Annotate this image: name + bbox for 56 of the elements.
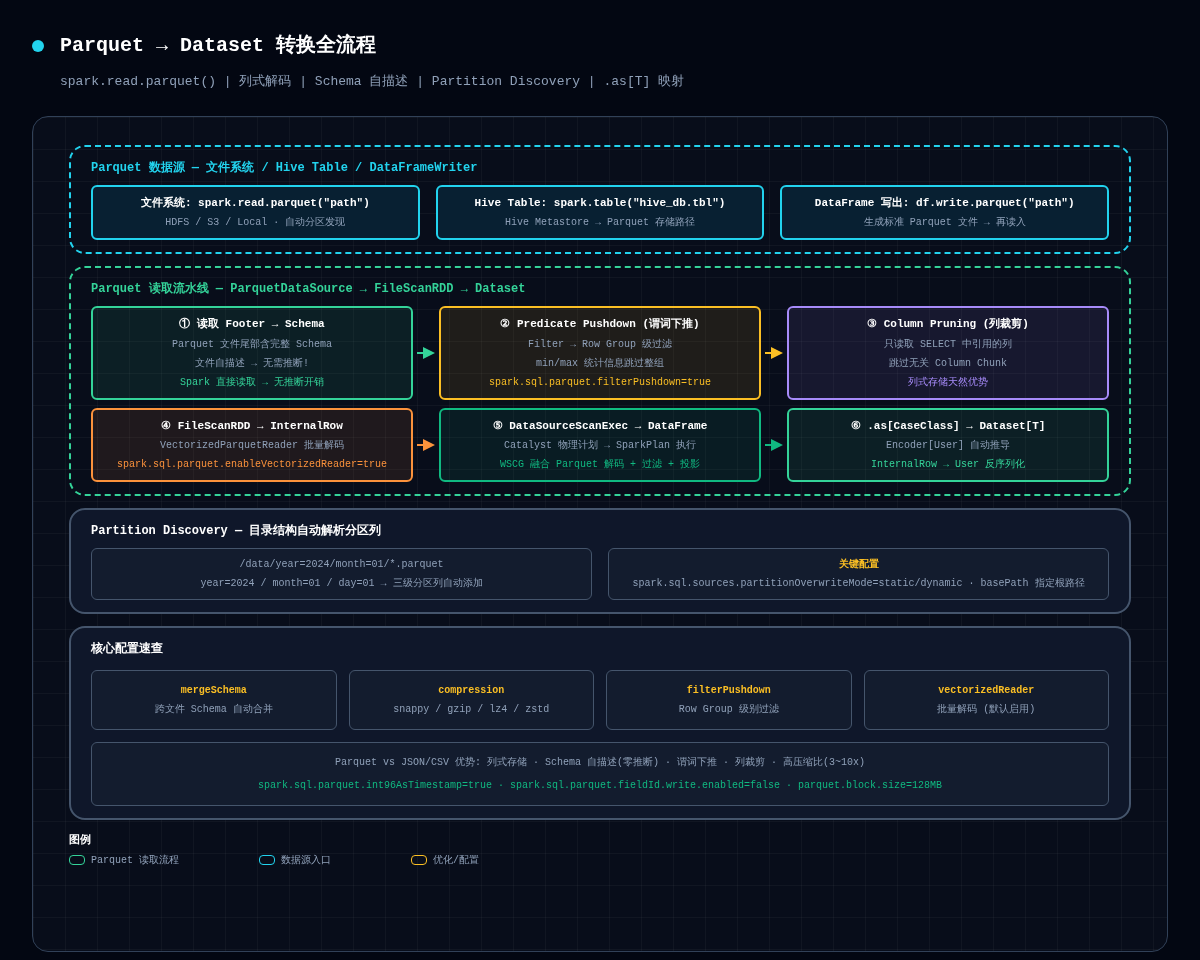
step-text: min/max 统计信息跳过整组: [536, 356, 664, 371]
step-text: Encoder[User] 自动推导: [886, 439, 1010, 453]
step-text: 跳过无关 Column Chunk: [889, 356, 1007, 371]
legend-label: 数据源入口: [281, 853, 331, 868]
source-title: Hive Table: spark.table("hive_db.tbl"): [474, 195, 726, 211]
step-text: Parquet 文件尾部含完整 Schema: [172, 337, 332, 352]
config-desc: 批量解码 (默认启用): [937, 702, 1036, 717]
step-note: spark.sql.parquet.enableVectorizedReader=true: [116, 458, 387, 472]
arrow-icon: [417, 346, 435, 359]
source-title: DataFrame 写出: df.write.parquet("path"): [814, 195, 1075, 211]
arrow-icon: [765, 346, 783, 359]
config-title: 关键配置: [838, 557, 879, 572]
group-title: Parquet 读取流水线 — ParquetDataSource → FileScanRDD → Dataset: [91, 280, 527, 298]
source-text: HDFS / S3 / Local · 自动分区发现: [165, 216, 346, 230]
step-text: Catalyst 物理计划 → SparkPlan 执行: [504, 438, 696, 453]
config-name: compression: [438, 684, 505, 698]
step-title: ⑤ DataSourceScanExec → DataFrame: [492, 418, 708, 434]
page-title: Parquet → Dataset 转换全流程: [60, 32, 377, 59]
source-title: 文件系统: spark.read.parquet("path"): [140, 195, 370, 211]
step-note: WSCG 融合 Parquet 解码 + 过滤 + 投影: [500, 457, 700, 472]
step-text: 只读取 SELECT 中引用的列: [884, 337, 1012, 352]
config-desc: 跨文件 Schema 自动合并: [154, 702, 273, 717]
step-note: spark.sql.parquet.filterPushdown=true: [488, 375, 711, 390]
config-name: filterPushdown: [686, 684, 771, 698]
step-note: 列式存储天然优势: [908, 375, 988, 390]
path-text: /data/year=2024/month=01/*.parquet: [239, 558, 444, 572]
arrow-icon: [765, 438, 783, 451]
section-title: Partition Discovery — 目录结构自动解析分区列: [91, 523, 383, 540]
summary-text: Parquet vs JSON/CSV 优势: 列式存储 · Schema 自描述(零推断) · 谓词下推 · 列裁剪 · 高压缩比(3~10x): [334, 755, 866, 770]
arrow-icon: [417, 438, 435, 451]
legend-label: Parquet 读取流程: [91, 853, 179, 868]
config-name: vectorizedReader: [938, 684, 1035, 698]
step-title: ① 读取 Footer → Schema: [179, 316, 325, 332]
step-text: Filter → Row Group 级过滤: [528, 337, 672, 352]
step-text: 文件自描述 → 无需推断!: [195, 356, 309, 371]
legend-label: 优化/配置: [433, 853, 480, 868]
config-desc: Row Group 级别过滤: [678, 702, 779, 717]
step-title: ⑥ .as[CaseClass] → Dataset[T]: [850, 418, 1046, 434]
legend-title: 图例: [69, 833, 92, 848]
step-text: VectorizedParquetReader 批量解码: [160, 439, 344, 453]
source-text: 生成标准 Parquet 文件 → 再读入: [863, 216, 1026, 230]
section-title: 核心配置速查: [91, 641, 164, 658]
source-text: Hive Metastore → Parquet 存储路径: [505, 216, 695, 230]
path-text: year=2024 / month=01 / day=01 → 三级分区列自动添加: [200, 576, 483, 591]
bullet-icon: [32, 40, 44, 52]
step-title: ③ Column Pruning (列裁剪): [867, 316, 1029, 332]
step-title: ② Predicate Pushdown (谓词下推): [500, 317, 700, 332]
step-title: ④ FileScanRDD → InternalRow: [161, 418, 343, 434]
step-note: InternalRow → User 反序列化: [871, 457, 1025, 472]
group-title: Parquet 数据源 — 文件系统 / Hive Table / DataFrameWriter: [91, 159, 479, 177]
config-text: spark.sql.sources.partitionOverwriteMode=static/dynamic · basePath 指定根路径: [632, 576, 1085, 591]
summary-settings: spark.sql.parquet.int96AsTimestamp=true · spark.sql.parquet.fieldId.write.enabled=false · parquet.block.size=128MB: [257, 779, 943, 793]
config-name: mergeSchema: [180, 684, 247, 698]
config-desc: snappy / gzip / lz4 / zstd: [393, 703, 550, 717]
page-subtitle: spark.read.parquet() | 列式解码 | Schema 自描述 | Partition Discovery | .as[T] 映射: [59, 73, 686, 91]
step-note: Spark 直接读取 → 无推断开销: [180, 375, 324, 390]
